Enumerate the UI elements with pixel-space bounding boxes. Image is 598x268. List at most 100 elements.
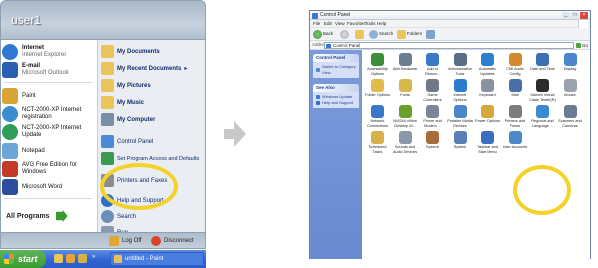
recent-item-update[interactable]: NCT-2000-XP Internet Update (2, 124, 96, 140)
quick-launch-overflow-icon[interactable]: » (92, 254, 96, 263)
folders-label[interactable]: Folders (407, 31, 422, 36)
pinned-internet[interactable]: Internet Internet Explorer (2, 44, 66, 60)
cp-item-keyboard[interactable]: Keyboard (474, 79, 501, 98)
back-icon[interactable] (313, 30, 322, 39)
all-programs-button[interactable]: All Programs (6, 210, 68, 222)
cp-item-display[interactable]: Display (557, 53, 584, 72)
my-recent-documents-link[interactable]: My Recent Documents ▸ (101, 62, 187, 75)
my-computer-link[interactable]: My Computer (101, 113, 155, 126)
cp-item-system[interactable]: System (447, 131, 474, 150)
cp-item-add-or-remov[interactable]: Add or Remov... (419, 53, 446, 76)
cp-item-icon (536, 53, 549, 66)
menu-edit[interactable]: Edit (324, 20, 332, 28)
see-also-box: See Also Windows Update Help and Support (313, 84, 359, 108)
quick-launch-app-icon[interactable] (78, 254, 87, 263)
cp-item-icon (453, 105, 467, 118)
cp-item-taskbar-and-start-menu[interactable]: Taskbar and Start Menu (474, 131, 501, 154)
close-button[interactable]: × (580, 12, 588, 19)
quick-launch-folder-icon[interactable] (54, 254, 63, 263)
disconnect-button[interactable]: Disconnect (151, 236, 194, 246)
address-value: Control Panel (333, 43, 361, 48)
cp-item-mail[interactable]: Mail (502, 79, 529, 98)
my-documents-link[interactable]: My Documents (101, 45, 160, 58)
views-icon[interactable] (426, 30, 435, 39)
recent-item-word[interactable]: Microsoft Word (2, 179, 62, 195)
menu-help[interactable]: Help (377, 20, 386, 28)
search-icon[interactable] (369, 30, 378, 39)
cp-item-network-connections[interactable]: Network Connections (364, 105, 391, 128)
recent-item-avg[interactable]: AVG Free Edition for Windows (2, 161, 96, 177)
cp-item-marvell-virtual-cable-tester-r[interactable]: Marvell Virtual Cable Tester(R) (529, 79, 556, 102)
recent-item-paint[interactable]: Paint (2, 88, 36, 104)
recent-item-notepad[interactable]: Notepad (2, 143, 45, 159)
cp-item-user-accounts[interactable]: User Accounts (502, 131, 529, 150)
cp-item-printers-and-faxes[interactable]: Printers and Faxes (502, 105, 529, 128)
address-input[interactable]: Control Panel (324, 42, 574, 49)
quick-launch-media-icon[interactable] (66, 254, 75, 263)
cp-item-label: Mail (511, 93, 519, 97)
cp-item-icon (371, 105, 384, 118)
cp-item-sounds-and-audio-devices[interactable]: Sounds and Audio Devices (392, 131, 419, 154)
cp-item-folder-options[interactable]: Folder Options (364, 79, 391, 98)
folder-documents-icon (101, 45, 114, 58)
cp-item-phone-and-modem[interactable]: Phone and Modem ... (419, 105, 446, 128)
cp-item-fonts[interactable]: Fonts (392, 79, 419, 98)
cp-item-date-and-time[interactable]: Date and Time (529, 53, 556, 72)
go-button[interactable]: Go (576, 42, 588, 49)
cp-item-nvidia-nview-desktop-m[interactable]: NVIDIA nView Desktop M... (392, 105, 419, 128)
cp-item-label: Power Options (475, 119, 500, 123)
forward-icon[interactable] (340, 30, 349, 39)
cp-item-icon (371, 79, 384, 92)
cp-item-label: Marvell Virtual Cable Tester(R) (529, 93, 556, 102)
cp-item-game-controllers[interactable]: Game Controllers (419, 79, 446, 102)
menu-file[interactable]: File (313, 20, 320, 28)
paint-icon (2, 88, 18, 104)
cp-item-scanners-and-cameras[interactable]: Scanners and Cameras (557, 105, 584, 128)
cp-item-cmi-audio-config[interactable]: CMI Audio Config (502, 53, 529, 76)
recent-item-registration[interactable]: NCT-2000-XP Internet registration (2, 106, 96, 122)
cp-item-portable-media-devices[interactable]: Portable Media Devices (447, 105, 474, 128)
cp-item-icon (453, 79, 467, 92)
help-support-link[interactable]: Help and Support (316, 100, 356, 106)
start-menu-header: user1 (0, 0, 206, 40)
maximize-button[interactable]: □ (571, 12, 579, 19)
cp-item-automatic-updates[interactable]: Automatic Updates (474, 53, 501, 76)
cp-item-icon (508, 131, 522, 144)
search-label[interactable]: Search (379, 31, 393, 36)
windows-flag-icon (578, 20, 588, 28)
search-link[interactable]: Search (101, 210, 136, 223)
back-label[interactable]: Back (323, 31, 333, 36)
cp-item-mouse[interactable]: Mouse (557, 79, 584, 98)
cp-item-label: Speech (426, 145, 439, 149)
folders-icon[interactable] (397, 30, 406, 39)
program-access-link[interactable]: Set Program Access and Defaults (101, 152, 205, 165)
title-bar: Control Panel _ □ × (310, 11, 590, 20)
right-item-label: Set Program Access and Defaults (117, 155, 200, 162)
cp-item-add-hardware[interactable]: Add Hardware (392, 53, 419, 72)
log-off-button[interactable]: Log Off (109, 236, 142, 246)
cp-item-scheduled-tasks[interactable]: Scheduled Tasks (364, 131, 391, 154)
switch-view-link[interactable]: Switch to Category View (316, 64, 356, 76)
cp-item-accessibility-options[interactable]: Accessibility Options (364, 53, 391, 76)
menu-view[interactable]: View (335, 20, 345, 28)
my-pictures-link[interactable]: My Pictures (101, 79, 151, 92)
menu-tools[interactable]: Tools (365, 20, 376, 28)
cp-item-speech[interactable]: Speech (419, 131, 446, 150)
cp-item-power-options[interactable]: Power Options (474, 105, 501, 124)
menu-favorites[interactable]: Favorites (347, 20, 366, 28)
cp-item-administrative-tools[interactable]: Administrative Tools (447, 53, 474, 76)
up-folder-icon[interactable] (355, 30, 364, 39)
log-off-label: Log Off (122, 238, 142, 244)
start-button[interactable]: start (0, 250, 46, 268)
cp-item-regional-and-language[interactable]: Regional and Language ... (529, 105, 556, 128)
pinned-email[interactable]: E-mail Microsoft Outlook (2, 62, 69, 78)
recent-item-label: NCT-2000-XP Internet registration (22, 107, 82, 120)
cp-item-internet-options[interactable]: Internet Options (447, 79, 474, 102)
folder-pictures-icon (101, 79, 114, 92)
control-panel-link[interactable]: Control Panel (101, 135, 153, 148)
start-label: start (18, 254, 38, 264)
minimize-button[interactable]: _ (562, 12, 570, 19)
my-music-link[interactable]: My Music (101, 96, 144, 109)
taskbar-task-paint[interactable]: untitled - Paint (110, 252, 204, 266)
help-icon (316, 101, 320, 105)
